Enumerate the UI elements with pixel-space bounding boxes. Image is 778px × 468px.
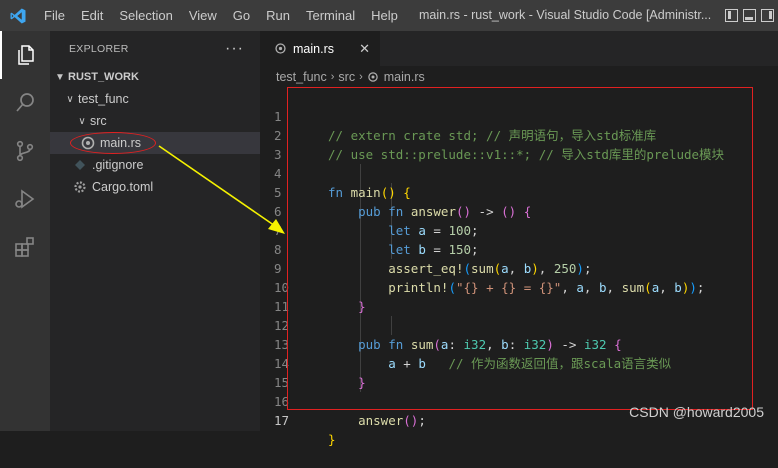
watermark: CSDN @howard2005 <box>629 404 764 420</box>
code-text: } <box>328 432 336 447</box>
pointer-arrow <box>158 145 285 234</box>
